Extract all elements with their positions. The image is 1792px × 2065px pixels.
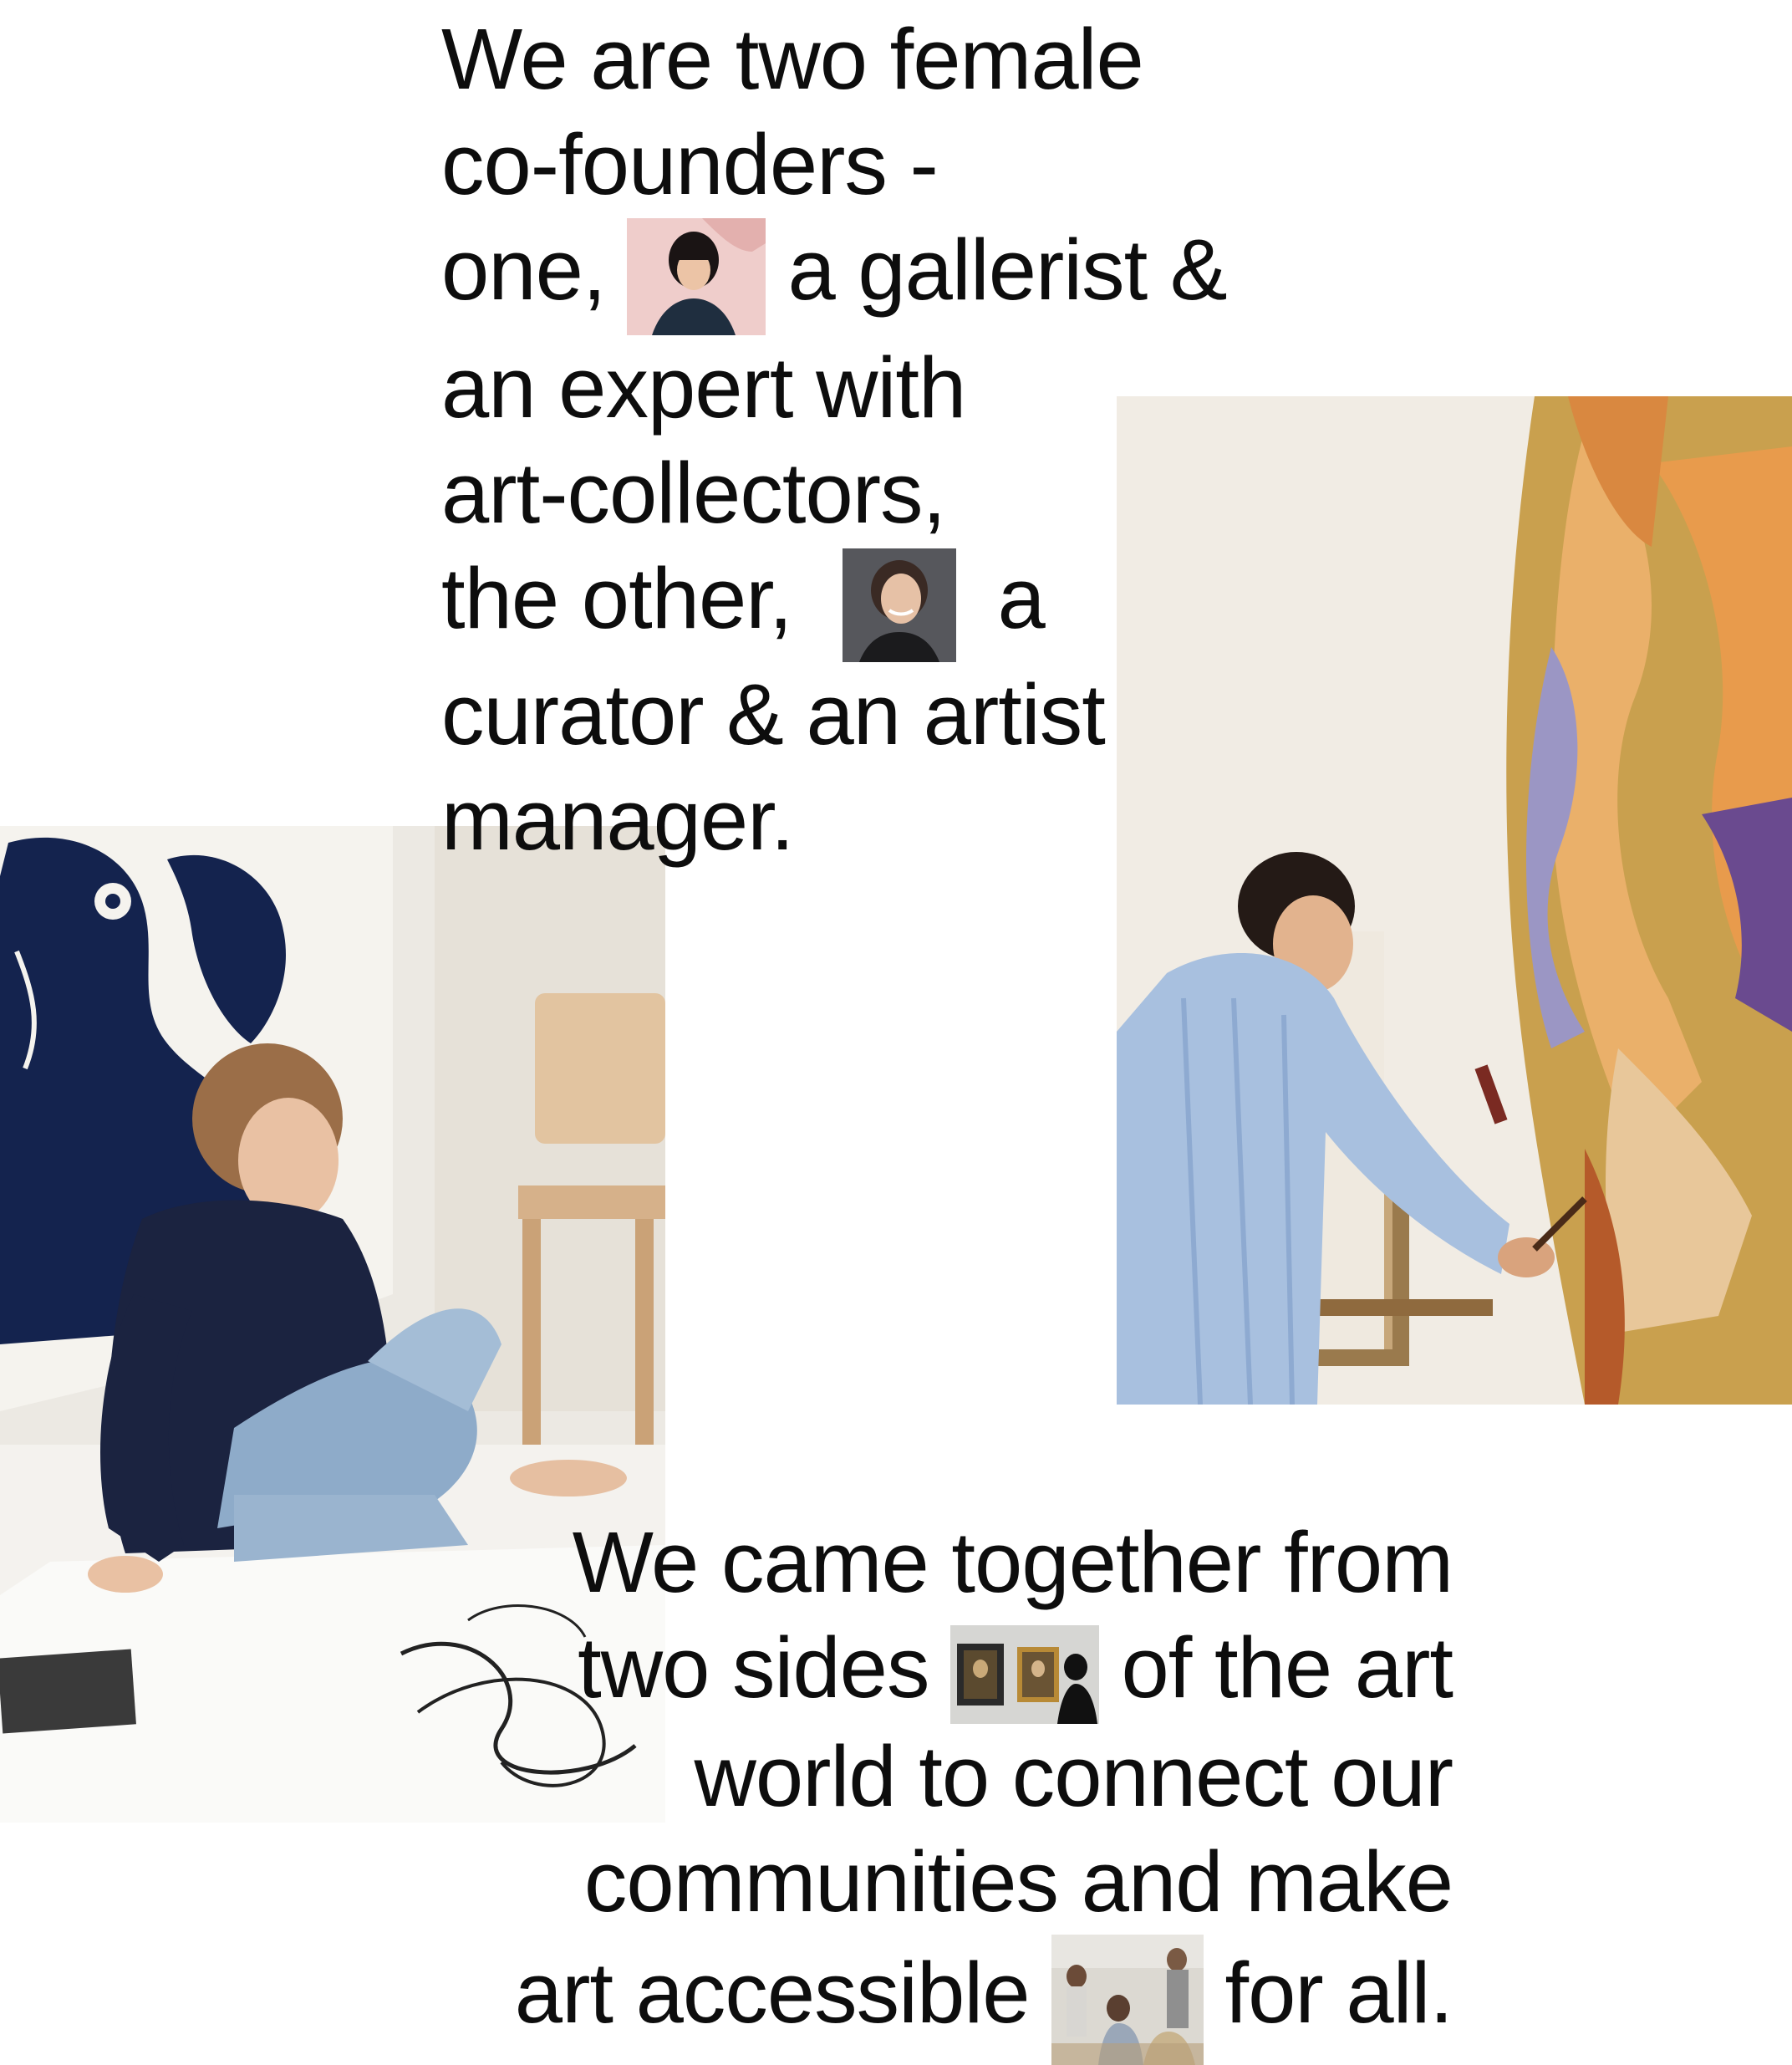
intro-line-with-curator: the other, a: [441, 546, 1361, 662]
gallerist-portrait-icon: [627, 217, 766, 335]
story-line: world to connect our: [694, 1727, 1453, 1824]
story-line: We came together from: [572, 1514, 1453, 1610]
story-paragraph: We came together from two sides of the a…: [393, 1510, 1453, 2065]
gallery-paintings-icon: [950, 1624, 1100, 1724]
story-line-with-gallery: two sides of the art: [393, 1615, 1453, 1724]
intro-line: an expert with: [441, 339, 966, 436]
story-line-fragment: of the art: [1121, 1619, 1453, 1716]
story-line-fragment: two sides: [578, 1619, 929, 1716]
story-line-fragment: for all.: [1224, 1945, 1453, 2041]
story-line: communities and make: [583, 1833, 1453, 1930]
intro-line-fragment: a: [997, 549, 1046, 646]
intro-line: co-founders -: [441, 116, 939, 212]
intro-line: We are two female: [441, 11, 1144, 107]
community-gathering-icon: [1051, 1934, 1204, 2065]
intro-line: manager.: [441, 771, 794, 868]
curator-portrait-icon: [842, 548, 956, 662]
intro-line-fragment: one,: [441, 222, 606, 318]
intro-line: curator & an artist: [441, 665, 1106, 762]
intro-line-fragment: a gallerist &: [787, 222, 1227, 318]
intro-paragraph: We are two female co-founders - one, a g…: [441, 7, 1361, 873]
story-line-fragment: art accessible: [514, 1945, 1031, 2041]
intro-line-with-gallerist: one, a gallerist &: [441, 217, 1361, 335]
intro-line: art-collectors,: [441, 444, 946, 541]
story-line-with-community: art accessible for all.: [393, 1934, 1453, 2065]
intro-line-fragment: the other,: [441, 549, 793, 646]
